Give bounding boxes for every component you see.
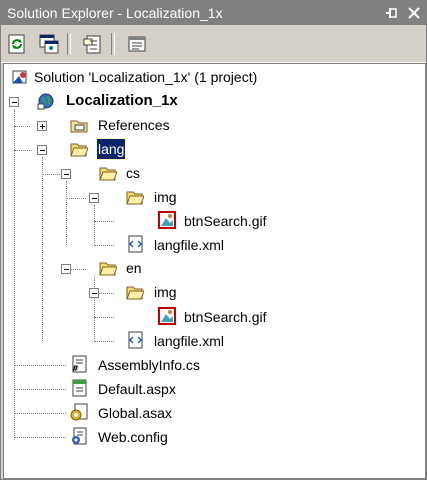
tree-line (14, 389, 66, 390)
tree-line (14, 413, 66, 414)
tree-line (42, 174, 62, 175)
refresh-button[interactable] (5, 32, 29, 56)
image-file-icon (158, 211, 176, 229)
solution-label: Solution 'Localization_1x' (1 project) (34, 69, 258, 85)
project-label: Localization_1x (66, 92, 178, 109)
collapse-toggle[interactable] (89, 288, 99, 298)
collapse-toggle[interactable] (61, 264, 71, 274)
show-all-files-icon (39, 34, 59, 54)
folder-open-icon (70, 143, 88, 157)
collapse-toggle[interactable] (61, 169, 71, 179)
folder-open-icon (126, 191, 144, 205)
tree-line (42, 157, 43, 341)
folder-open-icon (99, 262, 117, 276)
global-asax-icon (70, 403, 88, 421)
en-xml-label: langfile.xml (154, 333, 225, 349)
collapse-toggle[interactable] (9, 97, 19, 107)
properties-icon (83, 35, 101, 54)
assemblyinfo-label: AssemblyInfo.cs (98, 357, 200, 373)
toolbar (1, 26, 426, 63)
tree-line (14, 109, 15, 440)
close-icon (408, 7, 420, 19)
default-label: Default.aspx (98, 381, 176, 397)
cs-label: cs (126, 165, 140, 181)
tree-line (94, 245, 114, 246)
references-label: References (98, 117, 170, 133)
toolbar-separator (111, 33, 115, 55)
tree-line (94, 221, 114, 222)
properties-button[interactable] (81, 32, 105, 56)
solution-explorer-window: Solution Explorer - Localization_1x Solu… (0, 0, 427, 480)
tree-line (14, 150, 32, 151)
cs-file-icon: # (72, 355, 87, 373)
pin-button[interactable] (383, 4, 401, 22)
view-code-button[interactable] (125, 32, 149, 56)
tree-line (14, 126, 30, 127)
en-img-label: img (154, 284, 177, 300)
view-code-icon (128, 36, 146, 52)
cs-img-label: img (154, 189, 177, 205)
window-title: Solution Explorer - Localization_1x (7, 5, 223, 21)
collapse-toggle[interactable] (89, 193, 99, 203)
close-button[interactable] (405, 4, 423, 22)
xml-file-icon (128, 235, 143, 253)
references-folder-icon (70, 120, 88, 133)
tree-line (94, 317, 114, 318)
solution-tree[interactable]: Solution 'Localization_1x' (1 project) L… (3, 63, 426, 479)
tree-line (14, 365, 66, 366)
solution-icon (12, 70, 27, 84)
show-all-files-button[interactable] (37, 32, 61, 56)
folder-open-icon (126, 286, 144, 300)
tree-line (66, 198, 86, 199)
tree-line (66, 181, 67, 245)
tree-line (94, 276, 95, 341)
webconfig-label: Web.config (98, 429, 168, 445)
lang-label: lang (95, 138, 127, 160)
web-project-icon (37, 93, 54, 110)
image-file-icon (158, 307, 176, 325)
tree-line (14, 437, 66, 438)
cs-gif-label: btnSearch.gif (184, 213, 267, 229)
expand-toggle[interactable] (37, 121, 47, 131)
config-file-icon (72, 427, 87, 445)
folder-open-icon (99, 167, 117, 181)
en-label: en (126, 260, 142, 276)
aspx-file-icon (72, 379, 87, 397)
tree-line (94, 341, 114, 342)
toolbar-separator (67, 33, 71, 55)
svg-text:#: # (72, 364, 79, 373)
xml-file-icon (128, 331, 143, 349)
global-label: Global.asax (98, 405, 172, 421)
pin-icon (386, 8, 397, 18)
collapse-toggle[interactable] (37, 145, 47, 155)
cs-xml-label: langfile.xml (154, 237, 225, 253)
title-bar[interactable]: Solution Explorer - Localization_1x (1, 1, 426, 25)
en-gif-label: btnSearch.gif (184, 309, 267, 325)
refresh-icon (8, 34, 25, 54)
tree-line (94, 205, 95, 245)
